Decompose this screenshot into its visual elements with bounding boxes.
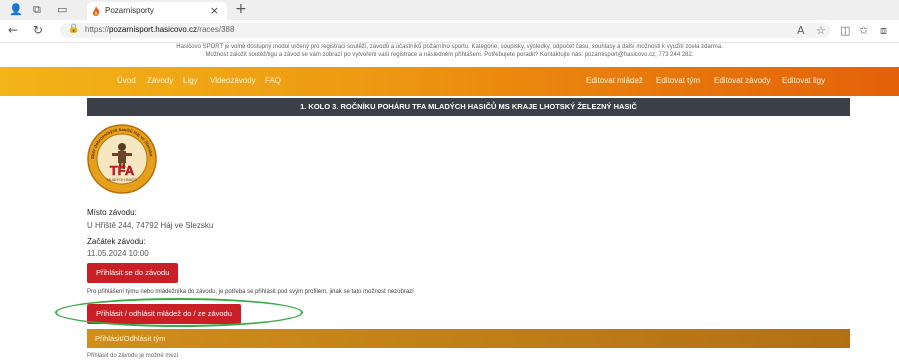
reload-icon[interactable]: ↻ (33, 23, 43, 37)
url-path: /races/388 (197, 25, 235, 34)
main-navbar: Úvod Závody Ligy Videozávody FAQ Editova… (0, 67, 899, 96)
back-arrow-icon[interactable]: ← (8, 23, 18, 37)
url-prefix: https:// (85, 25, 110, 34)
workspaces-icon[interactable]: ⧉ (33, 3, 41, 17)
nav-link-editovat-mladez[interactable]: Editovat mládež (586, 76, 643, 85)
notice-line-2: Možnost založit soutěž/ligu a závod se v… (205, 52, 694, 58)
collections-icon[interactable]: ⧈ (880, 24, 887, 38)
nav-link-videozavody[interactable]: Videozávody (210, 76, 256, 85)
highlight-ellipse (55, 298, 303, 327)
nav-link-editovat-tym[interactable]: Editovat tým (656, 76, 700, 85)
registration-period-text: Přihlásit do závodu je možné mezi (87, 353, 179, 359)
start-value: 11.05.2024 10:00 (87, 249, 149, 258)
notice-line-1: Hasičovo SPORT je volně dostupný modul u… (176, 44, 723, 50)
profile-icon[interactable]: 👤 (9, 3, 23, 16)
nav-link-uvod[interactable]: Úvod (117, 76, 136, 85)
split-screen-icon[interactable]: ◫ (840, 24, 850, 37)
browser-tab[interactable]: Pozarnisporty × (87, 2, 227, 20)
lock-icon: 🔒 (68, 24, 80, 34)
close-tab-icon[interactable]: × (210, 4, 219, 17)
address-bar-row: ← ↻ 🔒 https://pozarnisport.hasicovo.cz/r… (0, 20, 899, 43)
logo-sub-text: MLADÝCH HASIČŮ (107, 177, 137, 182)
register-race-button[interactable]: Přihlásit se do závodu (87, 263, 179, 283)
start-label: Začátek závodu: (87, 237, 146, 246)
nav-link-editovat-ligy[interactable]: Editovat ligy (782, 76, 825, 85)
url-text: https://pozarnisport.hasicovo.cz/races/3… (85, 25, 234, 34)
logo-tfa-text: TFA (110, 163, 135, 178)
read-aloud-icon[interactable]: A (797, 24, 805, 37)
register-note: Pro přihlášení týmu nebo mládežníka do z… (87, 289, 414, 295)
nav-link-zavody[interactable]: Závody (147, 76, 173, 85)
nav-link-ligy[interactable]: Ligy (183, 76, 198, 85)
place-label: Místo závodu: (87, 208, 137, 217)
tab-actions-icon[interactable]: ▭ (57, 3, 67, 16)
nav-link-editovat-zavody[interactable]: Editovat závody (714, 76, 770, 85)
place-value: U Hřiště 244, 74792 Háj ve Slezsku (87, 221, 214, 230)
browser-tab-strip: 👤 ⧉ ▭ Pozarnisporty × + (0, 0, 899, 20)
star-icon[interactable]: ☆ (816, 24, 826, 37)
new-tab-button[interactable]: + (235, 1, 247, 17)
fire-favicon-icon (92, 6, 100, 16)
tfa-logo: Sbor dobrovolných hasičů Háj ve Slezsku … (87, 124, 157, 194)
team-section-header[interactable]: Přihlásit/Odhlásit tým (87, 329, 850, 348)
tab-title: Pozarnisporty (105, 6, 154, 15)
info-notice: Hasičovo SPORT je volně dostupný modul u… (0, 43, 899, 59)
url-host: pozarnisport.hasicovo.cz (109, 25, 198, 34)
url-field[interactable]: 🔒 https://pozarnisport.hasicovo.cz/races… (60, 23, 830, 38)
favorites-icon[interactable]: ✩ (859, 24, 868, 37)
nav-link-faq[interactable]: FAQ (265, 76, 281, 85)
race-title-bar: 1. KOLO 3. ROČNÍKU POHÁRU TFA MLADÝCH HA… (87, 98, 850, 116)
